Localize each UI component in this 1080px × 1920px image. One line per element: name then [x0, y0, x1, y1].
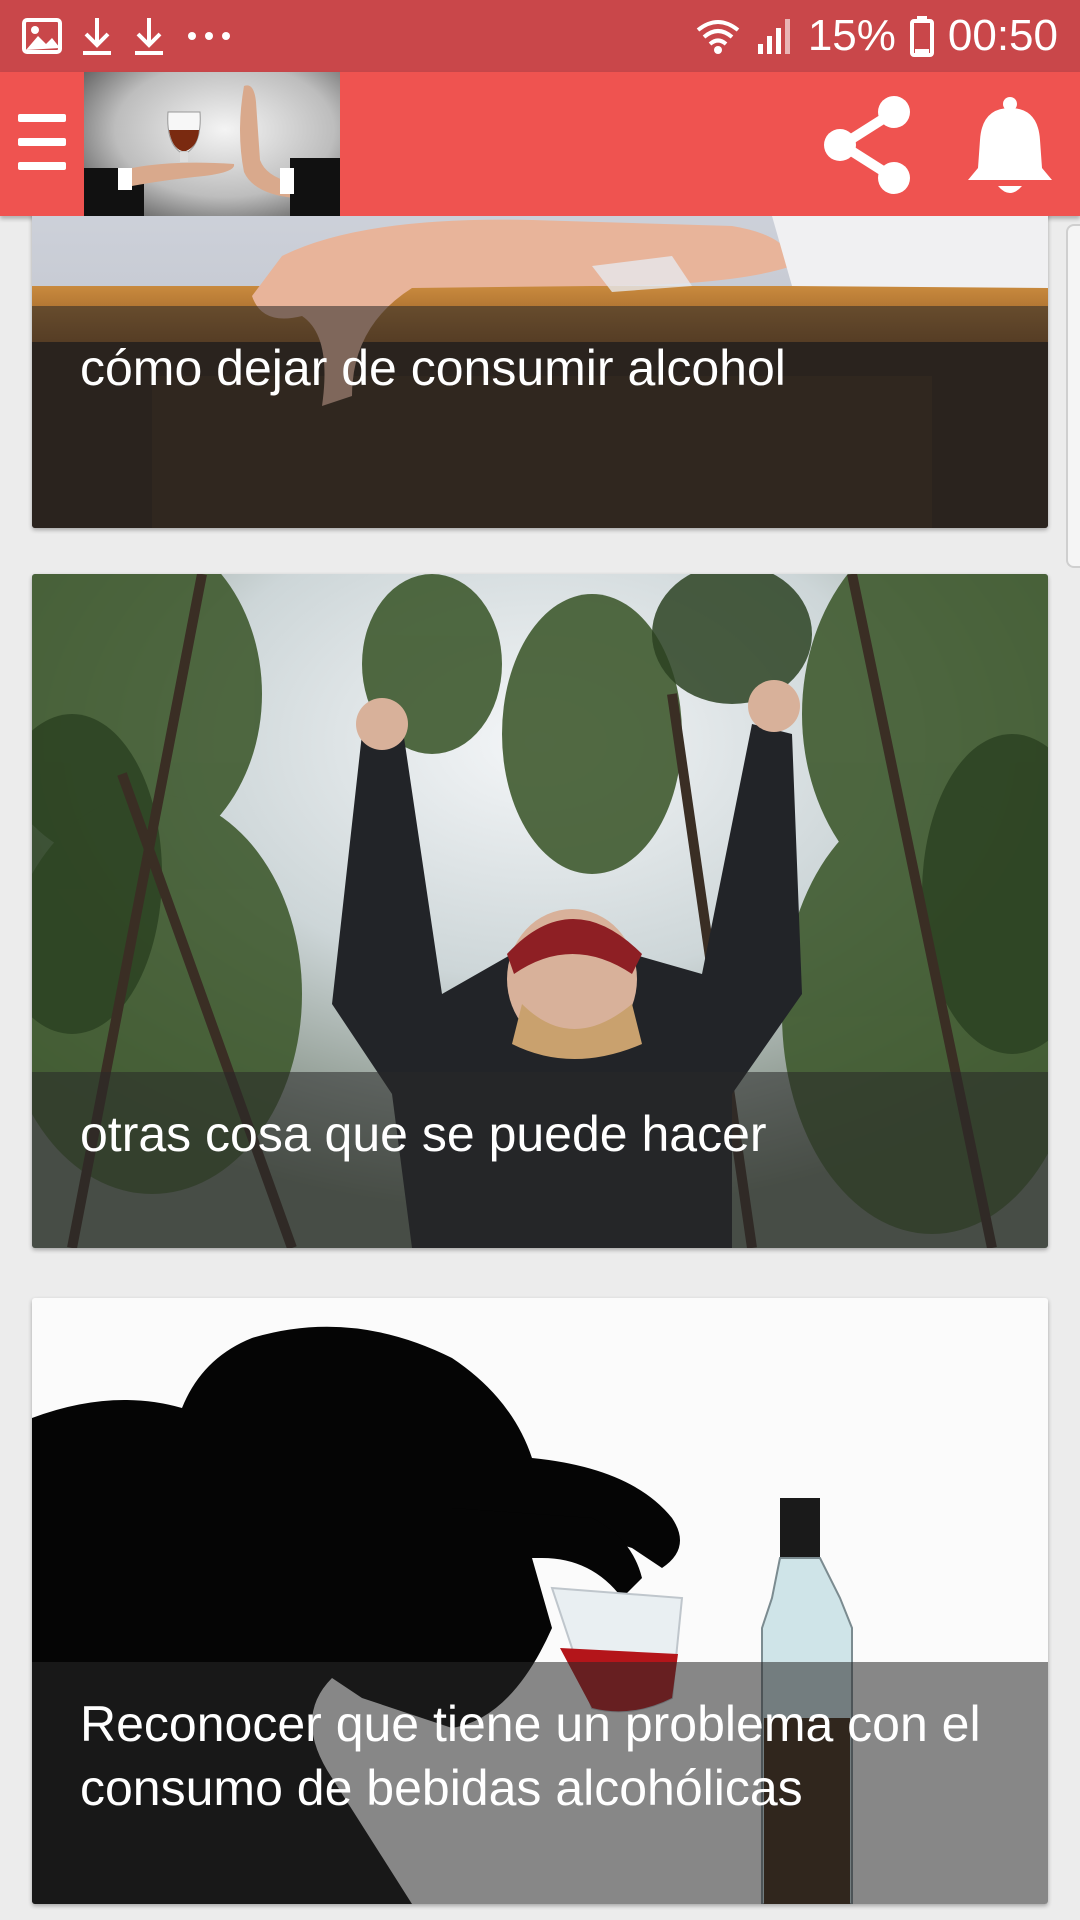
- system-status: 15% 00:50: [694, 14, 1058, 58]
- more-dots-icon: [188, 32, 230, 40]
- wifi-icon: [696, 20, 740, 54]
- battery-percent: 15%: [807, 11, 896, 60]
- app-bar: [0, 72, 1080, 216]
- share-icon[interactable]: [812, 90, 922, 200]
- menu-icon[interactable]: [18, 114, 66, 170]
- app-logo: [84, 72, 340, 216]
- signal-icon: [757, 19, 790, 54]
- clock: 00:50: [947, 11, 1058, 60]
- article-card[interactable]: otras cosa que se puede hacer: [32, 574, 1048, 1248]
- article-title: Reconocer que tiene un problema con el c…: [32, 1662, 1048, 1904]
- scrollbar[interactable]: [1066, 224, 1080, 568]
- notification-icons: [22, 16, 234, 56]
- article-title: otras cosa que se puede hacer: [32, 1072, 1048, 1248]
- image-icon: [22, 18, 62, 54]
- download-icon: [135, 18, 163, 55]
- bell-icon[interactable]: [962, 90, 1058, 200]
- download-icon: [83, 18, 111, 55]
- article-feed[interactable]: cómo dejar de consumir alcohol otras cos…: [0, 216, 1080, 1920]
- article-title: cómo dejar de consumir alcohol: [32, 306, 1048, 528]
- status-bar: 15% 00:50: [0, 0, 1080, 72]
- battery-icon: [909, 16, 934, 57]
- article-card[interactable]: Reconocer que tiene un problema con el c…: [32, 1298, 1048, 1904]
- article-card[interactable]: cómo dejar de consumir alcohol: [32, 216, 1048, 528]
